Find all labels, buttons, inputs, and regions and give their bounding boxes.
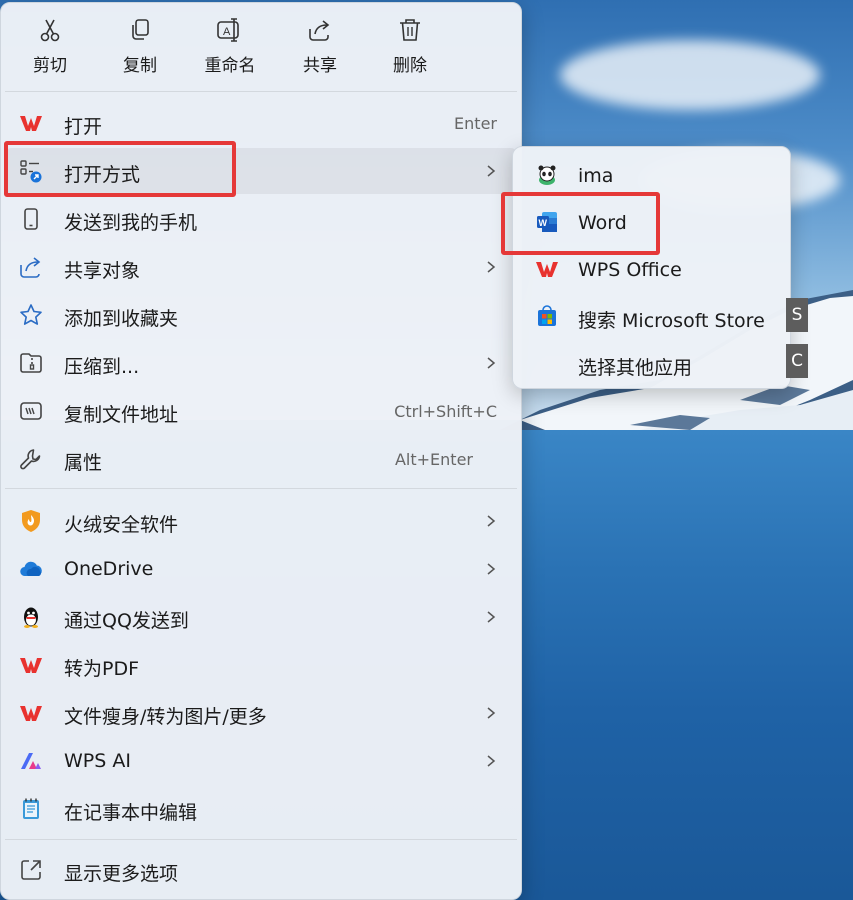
phone-icon (24, 208, 38, 230)
menu-item-properties[interactable]: 属性 Alt+Enter (5, 436, 517, 482)
submenu-item-choose-other[interactable]: 选择其他应用 (517, 341, 786, 385)
menu-item-copy-path[interactable]: 复制文件地址 Ctrl+Shift+C (5, 388, 517, 434)
star-icon (20, 304, 42, 325)
menu-item-label: 属性 (64, 452, 103, 474)
rename-label: 重命名 (204, 56, 256, 76)
menu-item-huorong[interactable]: 火绒安全软件 (5, 498, 517, 544)
chevron-right-icon (487, 755, 496, 767)
copy-button[interactable]: 复制 (100, 17, 180, 81)
share-icon (20, 257, 41, 278)
chevron-right-icon (487, 357, 496, 369)
shortcut-text: Alt+Enter (394, 450, 473, 469)
word-icon: W (537, 212, 557, 232)
context-menu: 剪切 复制 A 重命名 共享 删除 打开 Enter 打开方式 发送到我的手机 … (0, 2, 522, 900)
expand-icon (21, 860, 41, 880)
wps-icon (536, 262, 558, 277)
menu-item-file-slim[interactable]: 文件瘦身/转为图片/更多 (5, 690, 517, 736)
rename-button[interactable]: A 重命名 (190, 17, 270, 81)
menu-item-label: 压缩到... (64, 356, 140, 378)
submenu-item-ima[interactable]: ima (517, 153, 786, 197)
cut-label: 剪切 (33, 56, 67, 76)
submenu-item-ms-store[interactable]: 搜索 Microsoft Store (517, 294, 786, 338)
copy-label: 复制 (123, 56, 157, 76)
trash-icon (400, 19, 420, 41)
delete-label: 删除 (393, 56, 427, 76)
separator (5, 91, 517, 92)
copy-icon (132, 19, 149, 40)
menu-item-label: 复制文件地址 (64, 404, 179, 426)
qq-icon (24, 607, 38, 628)
shortcut-text: Ctrl+Shift+C (394, 402, 497, 421)
path-icon (20, 402, 42, 420)
wps-icon (20, 706, 42, 721)
zip-icon (20, 353, 42, 373)
menu-item-label: 发送到我的手机 (64, 212, 198, 234)
chevron-right-icon (487, 611, 496, 623)
cut-button[interactable]: 剪切 (10, 17, 90, 81)
menu-item-label: 转为PDF (64, 658, 140, 680)
submenu-item-label: WPS Office (578, 259, 682, 281)
chevron-right-icon (487, 563, 496, 575)
cloud-icon (20, 561, 42, 577)
wrench-icon (20, 449, 41, 470)
menu-item-send-to-phone[interactable]: 发送到我的手机 (5, 196, 517, 242)
open-with-icon (20, 160, 42, 183)
menu-item-label: 共享对象 (64, 260, 141, 282)
store-icon (538, 305, 556, 326)
submenu-item-wps-office[interactable]: WPS Office (517, 247, 786, 291)
menu-item-share-to[interactable]: 共享对象 (5, 244, 517, 290)
chevron-right-icon (487, 261, 496, 273)
svg-text:A: A (223, 26, 231, 38)
access-key-s: S (786, 298, 808, 332)
menu-item-to-pdf[interactable]: 转为PDF (5, 642, 517, 688)
wps-ai-icon (21, 753, 41, 769)
submenu-item-word[interactable]: W Word (517, 200, 786, 244)
menu-item-label: 文件瘦身/转为图片/更多 (64, 706, 267, 728)
menu-item-label: OneDrive (64, 558, 154, 580)
separator (5, 839, 517, 840)
menu-item-label: 在记事本中编辑 (64, 802, 198, 824)
share-label: 共享 (303, 56, 337, 76)
menu-item-label: 添加到收藏夹 (64, 308, 179, 330)
wps-icon (20, 658, 42, 673)
menu-item-label: WPS AI (64, 750, 131, 772)
submenu-item-label: ima (578, 165, 614, 187)
submenu-item-label: Word (578, 212, 627, 234)
submenu-item-label: 搜索 Microsoft Store (578, 310, 765, 332)
huorong-icon (22, 510, 40, 532)
panda-icon (538, 165, 556, 185)
menu-item-wps-ai[interactable]: WPS AI (5, 738, 517, 784)
chevron-right-icon (487, 515, 496, 527)
notepad-icon (23, 798, 39, 819)
separator (5, 488, 517, 489)
rename-icon: A (217, 18, 239, 42)
wallpaper-cloud (560, 40, 820, 110)
menu-item-onedrive[interactable]: OneDrive (5, 546, 517, 592)
wps-icon (20, 116, 42, 131)
scissors-icon (40, 19, 60, 42)
shortcut-text: Enter (454, 114, 497, 133)
menu-item-open[interactable]: 打开 Enter (5, 100, 517, 146)
menu-item-show-more[interactable]: 显示更多选项 (5, 847, 517, 893)
menu-item-add-favorites[interactable]: 添加到收藏夹 (5, 292, 517, 338)
menu-item-label: 打开 (64, 116, 103, 138)
menu-item-send-qq[interactable]: 通过QQ发送到 (5, 594, 517, 640)
menu-item-label: 打开方式 (64, 164, 141, 186)
menu-item-label: 显示更多选项 (64, 863, 179, 885)
share-icon (309, 20, 330, 41)
menu-item-label: 火绒安全软件 (64, 514, 179, 536)
menu-item-notepad[interactable]: 在记事本中编辑 (5, 786, 517, 832)
svg-text:W: W (539, 218, 548, 228)
menu-item-label: 通过QQ发送到 (64, 610, 189, 632)
chevron-right-icon (487, 165, 496, 177)
chevron-right-icon (487, 707, 496, 719)
delete-button[interactable]: 删除 (370, 17, 450, 81)
menu-item-compress[interactable]: 压缩到... (5, 340, 517, 386)
menu-item-open-with[interactable]: 打开方式 (5, 148, 517, 194)
quick-action-bar: 剪切 复制 A 重命名 共享 删除 (1, 3, 521, 91)
submenu-item-label: 选择其他应用 (578, 357, 693, 379)
access-key-c: C (786, 344, 808, 378)
open-with-submenu: ima W Word WPS Office 搜索 Microsoft Store… (512, 146, 791, 389)
share-button[interactable]: 共享 (280, 17, 360, 81)
